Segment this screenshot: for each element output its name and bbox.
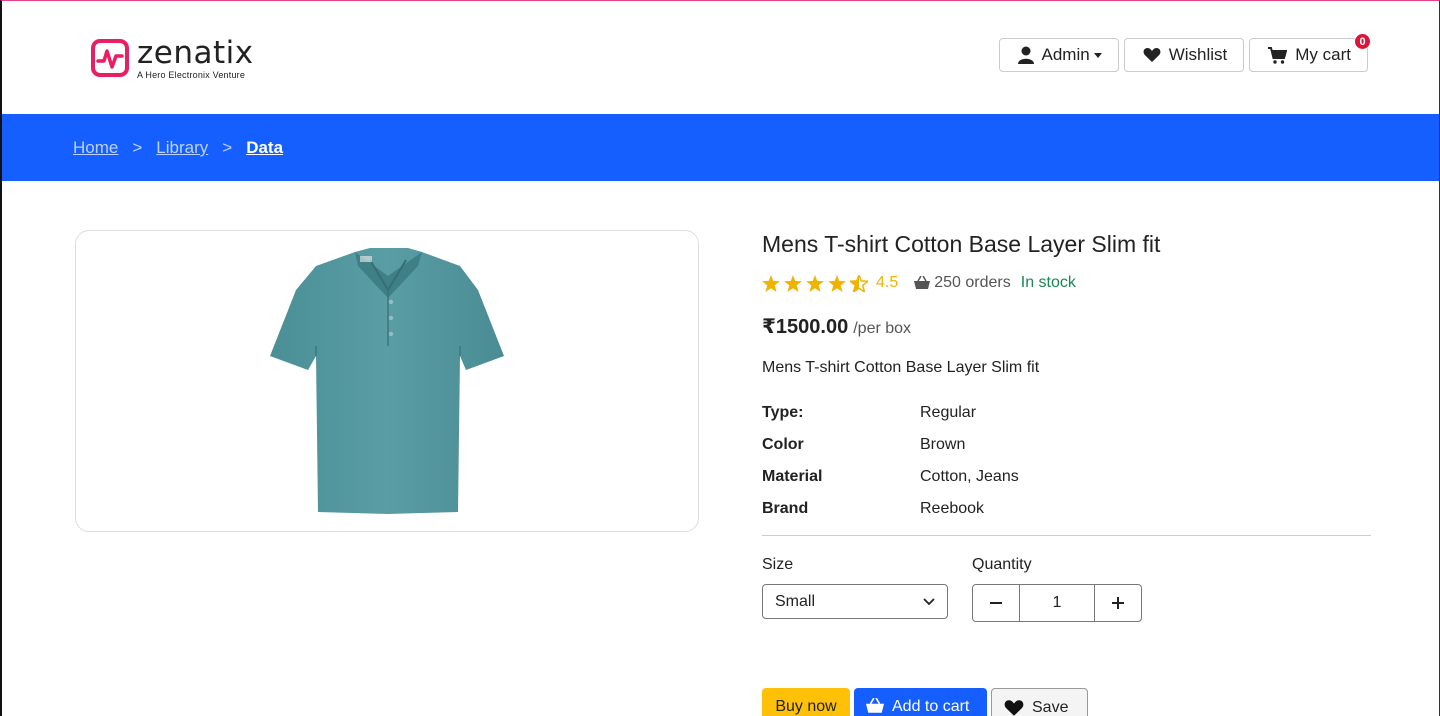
spec-value: Cotton, Jeans <box>920 468 1019 485</box>
basket-icon <box>914 276 931 289</box>
brand-logo[interactable]: zenatix A Hero Electronix Venture <box>91 35 254 80</box>
wishlist-label: Wishlist <box>1168 45 1228 64</box>
spec-key: Color <box>762 436 804 453</box>
breadcrumb-separator: > <box>132 138 143 157</box>
spec-value: Regular <box>920 404 977 421</box>
cart-label: My cart <box>1295 45 1351 64</box>
breadcrumb: Home > Library > Data <box>73 138 283 158</box>
minus-icon <box>990 602 1002 604</box>
spec-row: Color Brown <box>762 429 1371 461</box>
breadcrumb-data[interactable]: Data <box>246 138 283 158</box>
basket-icon <box>866 698 884 713</box>
wishlist-button[interactable]: Wishlist <box>1123 38 1245 72</box>
quantity-decrement-button[interactable] <box>973 585 1020 621</box>
star-rating <box>762 274 868 292</box>
spec-key: Type: <box>762 404 804 421</box>
spec-row: Type: Regular <box>762 397 1371 429</box>
rating-value: 4.5 <box>876 274 899 291</box>
stock-status: In stock <box>1020 274 1076 291</box>
rating-row: 4.5 250 orders In stock <box>762 274 1371 292</box>
chevron-down-icon <box>923 597 935 605</box>
brand-name: zenatix <box>137 35 254 71</box>
admin-menu-button[interactable]: Admin <box>998 38 1119 72</box>
header-actions: Admin Wishlist My cart 0 <box>998 33 1371 72</box>
star-icon <box>762 274 780 292</box>
spec-value: Brown <box>920 436 966 453</box>
breadcrumb-bar: Home > Library > Data <box>2 114 1439 181</box>
product-price: ₹1500.00 <box>762 316 849 338</box>
product-description: Mens T-shirt Cotton Base Layer Slim fit <box>762 359 1040 376</box>
user-icon <box>1017 46 1034 64</box>
product-image[interactable] <box>270 246 506 516</box>
breadcrumb-library[interactable]: Library <box>156 138 208 158</box>
quantity-input[interactable]: 1 <box>1020 585 1094 621</box>
size-group: Size Small <box>762 556 948 622</box>
star-half-icon <box>850 274 868 292</box>
admin-label: Admin <box>1041 45 1090 64</box>
page: zenatix A Hero Electronix Venture Admin … <box>0 0 1440 716</box>
price-row: ₹1500.00 /per box <box>762 314 1371 339</box>
spec-row: Brand Reebook <box>762 493 1371 525</box>
spec-key: Material <box>762 468 823 485</box>
product-title: Mens T-shirt Cotton Base Layer Slim fit <box>762 231 1161 257</box>
save-label: Save <box>1032 699 1069 716</box>
chevron-down-icon <box>1093 52 1102 58</box>
star-icon <box>806 274 824 292</box>
size-label: Size <box>762 556 794 573</box>
spec-value: Reebook <box>920 500 985 517</box>
size-select[interactable]: Small <box>762 584 948 619</box>
breadcrumb-separator: > <box>222 138 233 157</box>
purchase-actions: Buy now Add to cart Save <box>762 688 1088 716</box>
save-button[interactable]: Save <box>991 688 1088 716</box>
add-to-cart-label: Add to cart <box>892 698 970 715</box>
quantity-label: Quantity <box>972 556 1032 573</box>
quantity-increment-button[interactable] <box>1094 585 1141 621</box>
product-options: Size Small Quantity 1 <box>762 556 1371 622</box>
orders-text: 250 orders <box>934 274 1011 291</box>
product-info: Mens T-shirt Cotton Base Layer Slim fit … <box>762 229 1371 622</box>
divider <box>762 535 1371 536</box>
breadcrumb-home[interactable]: Home <box>73 138 118 158</box>
orders-count: 250 orders <box>914 274 1011 292</box>
star-icon <box>828 274 846 292</box>
spec-key: Brand <box>762 500 809 517</box>
brand-tagline: A Hero Electronix Venture <box>137 70 246 80</box>
spec-row: Material Cotton, Jeans <box>762 461 1371 493</box>
cart-button[interactable]: My cart 0 <box>1249 33 1371 72</box>
add-to-cart-button[interactable]: Add to cart <box>854 688 987 716</box>
buy-now-button[interactable]: Buy now <box>762 688 850 716</box>
heart-icon <box>1004 700 1024 716</box>
quantity-group: Quantity 1 <box>972 556 1142 622</box>
site-header: zenatix A Hero Electronix Venture Admin … <box>2 1 1439 114</box>
plus-icon <box>1112 597 1124 609</box>
product-specs: Type: Regular Color Brown Material Cotto… <box>762 397 1371 525</box>
quantity-stepper: 1 <box>972 584 1142 622</box>
heart-icon <box>1143 48 1161 62</box>
price-unit: /per box <box>853 320 912 337</box>
cart-icon <box>1268 46 1288 64</box>
zenatix-logo-icon <box>91 39 129 77</box>
product-image-card <box>75 230 699 532</box>
cart-count-badge: 0 <box>1354 33 1371 50</box>
star-icon <box>784 274 802 292</box>
size-value: Small <box>775 592 816 610</box>
